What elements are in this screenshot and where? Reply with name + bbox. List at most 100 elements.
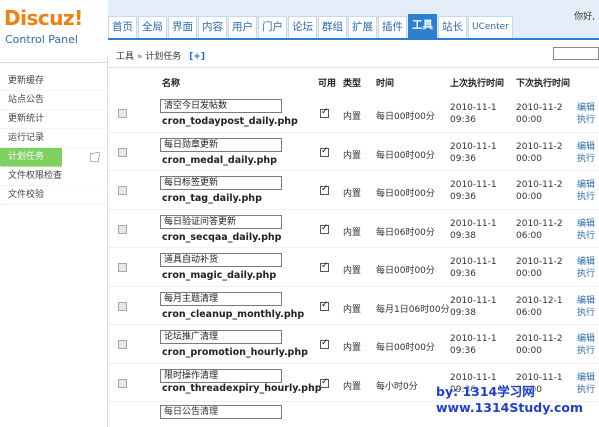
task-schedule: 每日00时00分 [376,343,435,353]
next-run-time: 2010-11-2 00:00 [516,103,563,125]
breadcrumb-page: 计划任务 [145,52,182,62]
run-link[interactable]: 执行 [577,230,595,242]
task-name-input[interactable]: 每日公告清理 [160,405,282,419]
tab-11[interactable]: 站长 [438,16,467,38]
sidebar-item-label: 站点公告 [8,95,45,105]
tab-5[interactable]: 门户 [258,16,287,38]
edit-link[interactable]: 编辑 [577,102,595,114]
task-schedule: 每月1日06时00分 [376,304,450,315]
task-name-input[interactable]: 限时操作清理 [160,368,282,383]
task-type: 内置 [343,266,362,276]
delete-checkbox[interactable] [118,378,127,388]
table-row: 道具自动补货 cron_magic_daily.php 内置 每日00时00分 2010… [108,248,599,287]
tab-0[interactable]: 首页 [108,16,137,38]
run-link[interactable]: 执行 [577,268,595,280]
run-link[interactable]: 执行 [577,153,595,165]
table-row: 每月主题清理 cron_cleanup_monthly.php 内置 每月1日06时0… [108,287,599,325]
task-type: 内置 [343,304,362,315]
col-enabled-header: 可用 [318,79,337,89]
enabled-checkbox[interactable] [320,338,329,349]
col-time-header: 时间 [376,79,395,89]
task-schedule: 每日00时00分 [376,150,435,161]
task-name-input[interactable]: 论坛推广清理 [160,330,282,344]
main-tabs: 首页 全局 界面 内容 用户 门户 论坛 群组 扩展 插件 工具 站长 UCenter [108,14,514,38]
enabled-checkbox[interactable] [320,184,329,195]
task-type: 内置 [343,381,362,392]
edit-link[interactable]: 编辑 [577,372,595,384]
sidebar-item-4[interactable]: 计划任务 [0,148,100,167]
task-name-input[interactable]: 每日勋章更新 [160,137,282,152]
add-task-link[interactable]: [+] [189,52,205,62]
tab-12[interactable]: UCenter [468,16,513,38]
enabled-checkbox[interactable] [320,107,329,118]
run-link[interactable]: 执行 [577,114,595,126]
tab-4[interactable]: 用户 [228,16,257,38]
enabled-checkbox[interactable] [320,223,329,234]
task-schedule: 每日00时00分 [376,112,435,122]
sidebar-item-label: 文件权限检查 [8,171,63,181]
delete-checkbox[interactable] [118,340,127,349]
sidebar-item-6[interactable]: 文件校验 [0,186,108,205]
new-window-icon[interactable] [90,152,100,162]
row-actions: 编辑 执行 [577,256,595,280]
run-link[interactable]: 执行 [577,191,595,203]
tab-10[interactable]: 工具 [408,14,437,38]
tab-3[interactable]: 内容 [198,16,227,38]
delete-checkbox[interactable] [118,301,127,311]
sidebar-item-label: 更新统计 [8,114,45,124]
run-link[interactable]: 执行 [577,307,595,319]
delete-checkbox[interactable] [118,224,127,234]
tab-8[interactable]: 扩展 [348,16,377,38]
breadcrumb-section[interactable]: 工具 [116,52,134,62]
task-name-input[interactable]: 每日验证问答更新 [160,214,282,229]
task-name-input[interactable]: 道具自动补货 [160,253,282,267]
enabled-checkbox[interactable] [320,146,329,157]
sidebar-item-1[interactable]: 站点公告 [0,91,108,110]
sidebar-item-label: 更新缓存 [8,76,45,86]
edit-link[interactable]: 编辑 [577,141,595,153]
enabled-checkbox[interactable] [320,377,329,388]
sidebar: 更新缓存站点公告更新统计运行记录 计划任务文件权限检查 文件校验 [0,55,108,427]
task-name-input[interactable]: 清空今日发帖数 [160,99,282,113]
discuz-logo[interactable]: Discuz! Control Panel [0,0,108,55]
sidebar-item-5[interactable]: 文件权限检查 [0,167,108,186]
enabled-checkbox[interactable] [320,261,329,272]
last-run-time: 2010-11-1 09:36 [450,257,497,279]
delete-checkbox[interactable] [118,263,127,272]
task-type: 内置 [343,112,362,122]
tab-7[interactable]: 群组 [318,16,347,38]
task-script-file: cron_cleanup_monthly.php [162,308,305,320]
task-script-file: cron_medal_daily.php [162,154,277,166]
edit-link[interactable]: 编辑 [577,179,595,191]
watermark-line-2: www.1314Study.com [436,400,583,415]
table-row: 每日标签更新 cron_tag_daily.php 内置 每日00时00分 2010-1… [108,171,599,210]
task-name-input[interactable]: 每月主题清理 [160,291,282,306]
run-link[interactable]: 执行 [577,345,595,357]
row-actions: 编辑 执行 [577,102,595,126]
sidebar-item-0[interactable]: 更新缓存 [0,72,108,91]
sidebar-item-label: 文件校验 [8,190,45,200]
edit-link[interactable]: 编辑 [577,295,595,307]
sidebar-item-2[interactable]: 更新统计 [0,110,108,129]
task-script-file: cron_secqaa_daily.php [162,231,282,243]
watermark: by: 1314学习网 www.1314Study.com [436,384,599,416]
tab-9[interactable]: 插件 [378,16,407,38]
task-script-file: cron_promotion_hourly.php [162,347,308,358]
delete-checkbox[interactable] [118,109,127,118]
task-name-input[interactable]: 每日标签更新 [160,176,282,190]
edit-link[interactable]: 编辑 [577,333,595,345]
task-type: 内置 [343,343,362,353]
tab-1[interactable]: 全局 [138,16,167,38]
edit-link[interactable]: 编辑 [577,256,595,268]
sidebar-item-3[interactable]: 运行记录 [0,129,108,148]
greeting-text: 你好, [574,12,595,22]
enabled-checkbox[interactable] [320,300,329,311]
delete-checkbox[interactable] [118,186,127,195]
tab-2[interactable]: 界面 [168,16,197,38]
delete-checkbox[interactable] [118,147,127,157]
edit-link[interactable]: 编辑 [577,218,595,230]
table-row: 论坛推广清理 cron_promotion_hourly.php 内置 每日00时00… [108,325,599,364]
tab-6[interactable]: 论坛 [288,16,317,38]
search-input[interactable] [553,47,599,60]
table-header: 名称 可用 类型 时间 上次执行时间 下次执行时间 [108,74,599,91]
